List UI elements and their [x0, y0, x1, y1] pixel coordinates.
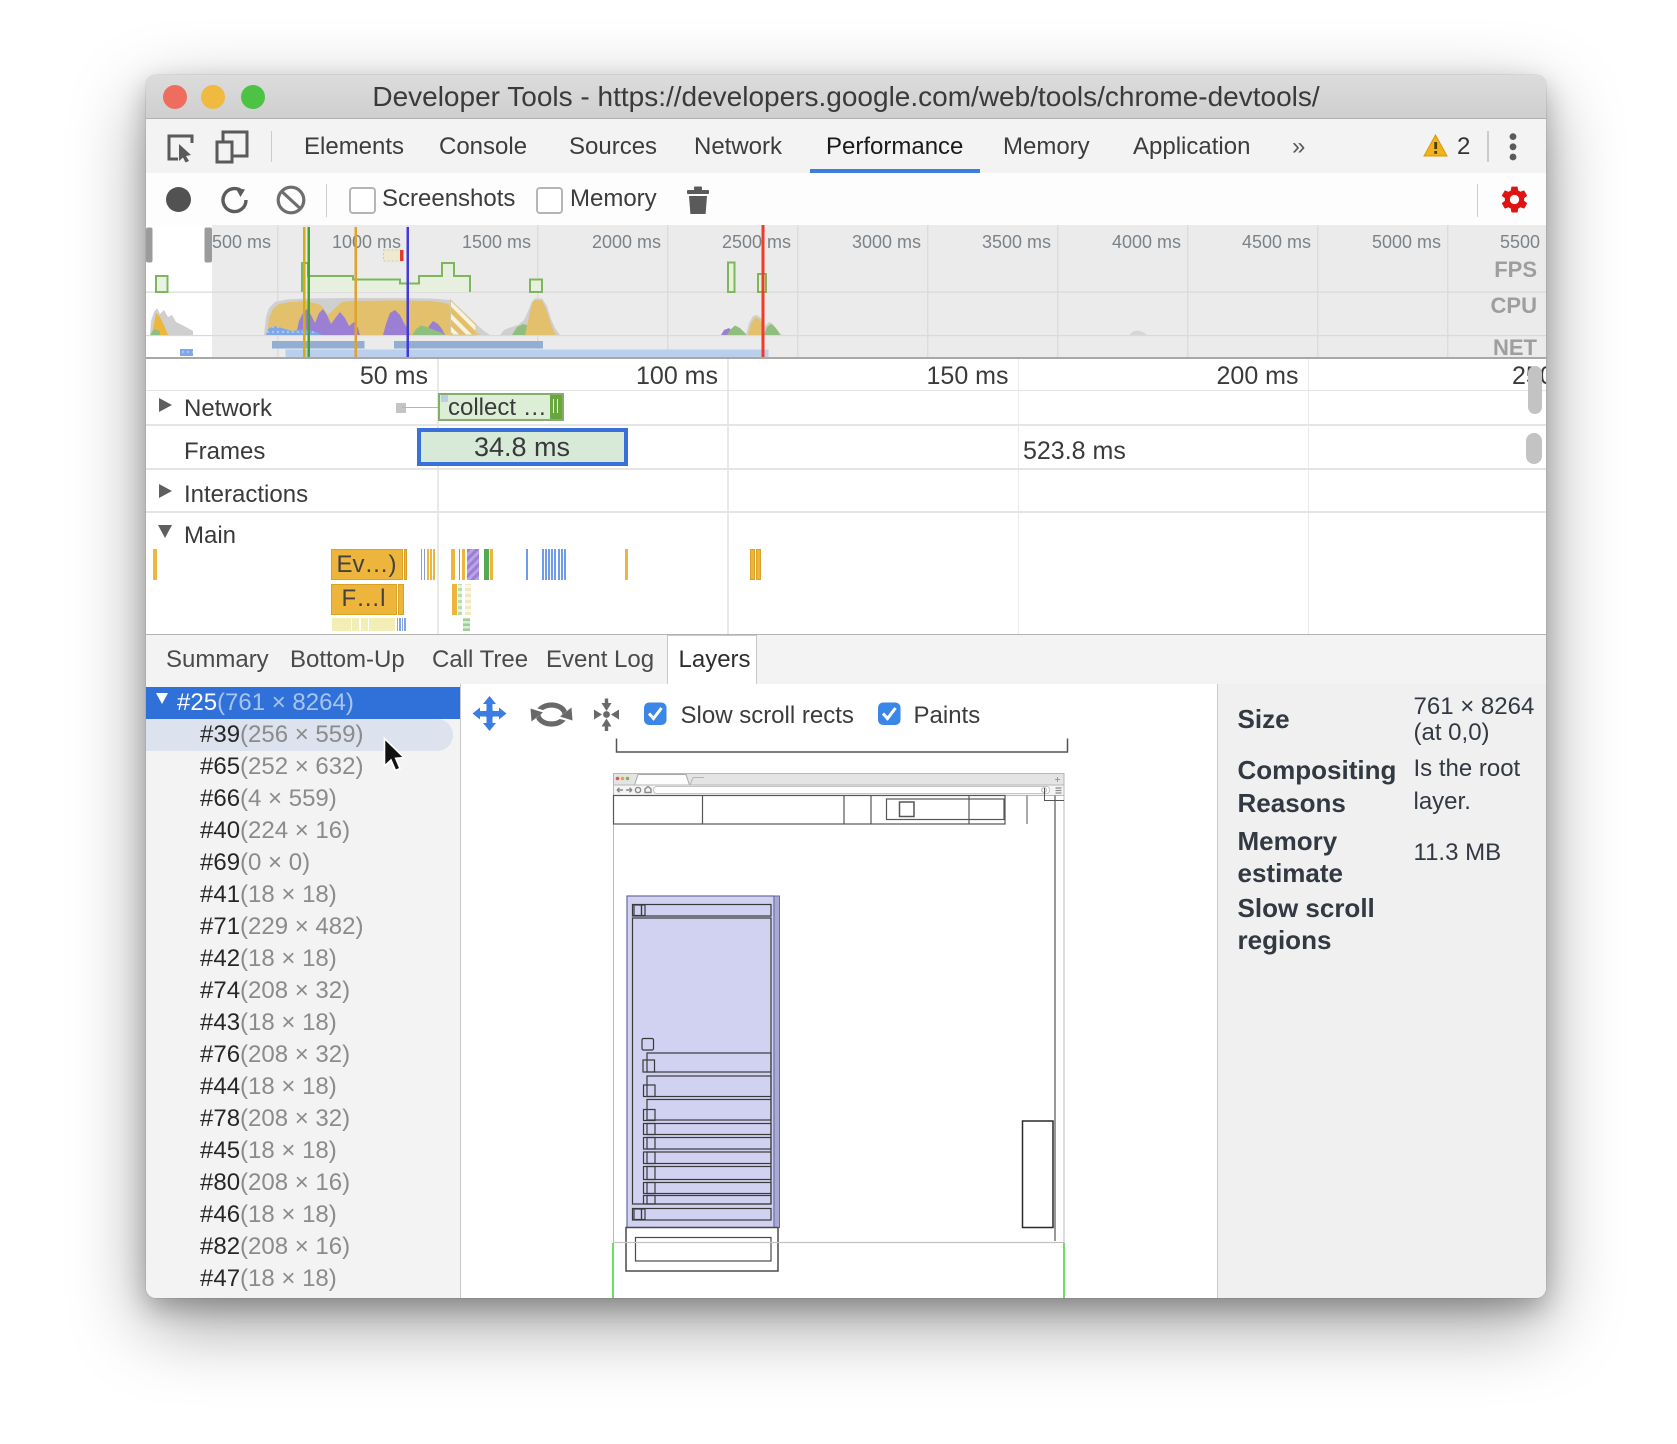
- svg-text:5000 ms: 5000 ms: [1372, 232, 1441, 252]
- svg-text:1000 ms: 1000 ms: [332, 232, 401, 252]
- svg-text:5500: 5500: [1500, 232, 1540, 252]
- svg-text:2000 ms: 2000 ms: [592, 232, 661, 252]
- svg-text:500 ms: 500 ms: [212, 232, 271, 252]
- svg-text:3000 ms: 3000 ms: [852, 232, 921, 252]
- svg-text:NET: NET: [1493, 335, 1538, 359]
- svg-text:CPU: CPU: [1491, 293, 1537, 318]
- svg-text:FPS: FPS: [1494, 257, 1537, 282]
- svg-text:2500 ms: 2500 ms: [722, 232, 791, 252]
- svg-text:Paints: Paints: [913, 702, 980, 729]
- svg-text:4500 ms: 4500 ms: [1242, 232, 1311, 252]
- svg-text:1500 ms: 1500 ms: [462, 232, 531, 252]
- svg-text:Slow scroll rects: Slow scroll rects: [680, 702, 853, 729]
- svg-text:4000 ms: 4000 ms: [1112, 232, 1181, 252]
- svg-text:3500 ms: 3500 ms: [982, 232, 1051, 252]
